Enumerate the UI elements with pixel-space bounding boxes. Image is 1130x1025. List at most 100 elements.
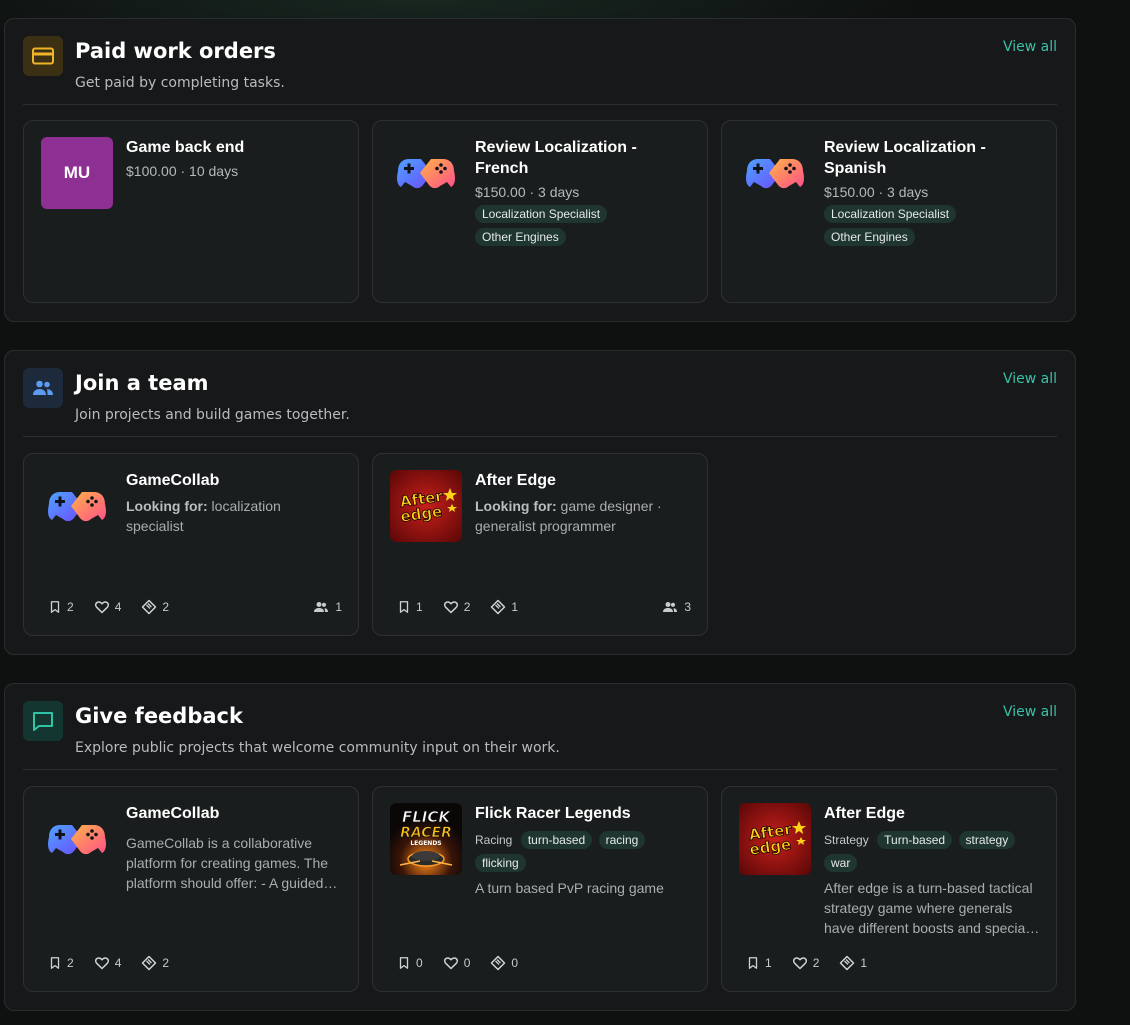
tag-chip[interactable]: Turn-based [877,831,953,849]
member-count-value: 1 [335,600,342,614]
gamecollab-logo-icon [41,803,113,875]
card-title: GameCollab [126,472,220,489]
bookmark-stat[interactable]: 2 [48,600,74,614]
bookmark-icon [48,600,62,614]
team-card[interactable]: GameCollab Looking for: localization spe… [23,453,359,636]
tag-chip[interactable]: Other Engines [475,228,566,246]
like-count: 2 [463,600,471,614]
looking-for-label: Looking for: [126,498,208,514]
card-stats: 2 4 2 [48,599,189,615]
section-header: Paid work orders Get paid by completing … [5,19,1075,105]
divider [23,436,1057,437]
looking-for: Looking for: game designer · generalist … [475,496,691,536]
card-stats: 0 0 0 [397,955,538,971]
avatar: MU [41,137,113,209]
gamecollab-logo-icon [41,470,113,542]
like-stat[interactable]: 2 [792,955,820,971]
bookmark-count: 1 [765,956,772,970]
bookmark-icon [48,956,62,970]
work-order-card[interactable]: Review Localization - French $150.00 · 3… [372,120,708,303]
work-order-card[interactable]: Review Localization - Spanish $150.00 · … [721,120,1057,303]
tag-icon [141,599,157,615]
section-subtitle: Explore public projects that welcome com… [75,740,560,756]
gamecollab-logo-icon [739,137,811,209]
bookmark-count: 2 [67,600,74,614]
bookmark-stat[interactable]: 0 [397,956,423,970]
view-all-link[interactable]: View all [1003,704,1057,720]
tag-icon [490,955,506,971]
bookmark-stat[interactable]: 1 [746,956,772,970]
tag-stat[interactable]: 0 [490,955,518,971]
like-count: 2 [812,956,820,970]
genre-label: Strategy [824,833,869,847]
project-card[interactable]: After edge After Edge Strategy Turn-base… [721,786,1057,992]
view-all-link[interactable]: View all [1003,371,1057,387]
tag-chip[interactable]: flicking [475,854,526,872]
tag-stat[interactable]: 1 [839,955,867,971]
like-stat[interactable]: 4 [94,955,121,971]
section-header: Give feedback Explore public projects th… [5,684,1075,770]
looking-for-label: Looking for: [475,498,557,514]
tag-count: 1 [860,956,868,970]
card-stats: 1 2 1 [746,955,887,971]
section-title: Give feedback [75,704,243,728]
project-card[interactable]: FLICK RACER LEGENDS Flick Racer Legends … [372,786,708,992]
price-duration: $150.00 · 3 days [475,184,580,200]
project-description: A turn based PvP racing game [475,880,664,896]
like-count: 0 [463,956,471,970]
tag-count: 1 [511,600,519,614]
project-description: GameCollab is a collaborative platform f… [126,835,338,891]
bookmark-stat[interactable]: 2 [48,956,74,970]
view-all-link[interactable]: View all [1003,39,1057,55]
logo-text: RACER [400,825,452,841]
credit-card-icon [23,36,63,76]
card-title: Game back end [126,139,245,156]
bookmark-count: 2 [67,956,74,970]
project-card[interactable]: GameCollab GameCollab is a collaborative… [23,786,359,992]
section-header: Join a team Join projects and build game… [5,351,1075,437]
tag-count: 0 [511,956,519,970]
logo-text: FLICK [402,808,451,826]
bookmark-stat[interactable]: 1 [397,600,423,614]
tag-count: 2 [162,956,170,970]
divider [23,769,1057,770]
chat-bubble-icon [23,701,63,741]
card-title: Review Localization - French [475,139,637,177]
work-order-card[interactable]: MU Game back end $100.00 · 10 days [23,120,359,303]
tag-stat[interactable]: 2 [141,955,169,971]
project-description: After edge is a turn-based tactical stra… [824,880,1040,936]
tag-icon [839,955,855,971]
card-title: After Edge [475,472,556,489]
gamecollab-logo-icon [390,137,462,209]
like-stat[interactable]: 0 [443,955,471,971]
people-icon [23,368,63,408]
tag-chip[interactable]: war [824,854,858,872]
give-feedback-section: Give feedback Explore public projects th… [4,683,1076,1011]
logo-text: LEGENDS [410,840,441,847]
bookmark-icon [397,956,411,970]
bookmark-icon [397,600,411,614]
tag-chip[interactable]: turn-based [520,831,593,849]
tag-stat[interactable]: 2 [141,599,169,615]
like-stat[interactable]: 2 [443,599,471,615]
like-stat[interactable]: 4 [94,599,121,615]
tag-list: Racing turn-based racing flicking [475,828,691,874]
tag-chip[interactable]: strategy [958,831,1016,849]
bookmark-count: 0 [416,956,423,970]
looking-for: Looking for: localization specialist [126,496,342,536]
heart-icon [443,599,459,615]
tag-chip[interactable]: racing [598,831,646,849]
tag-list: Localization Specialist Other Engines [824,202,1040,248]
team-card[interactable]: After edge After Edge Looking for: game … [372,453,708,636]
card-stats: 2 4 2 [48,955,189,971]
section-title: Join a team [75,371,209,395]
card-title: Flick Racer Legends [475,805,631,822]
heart-icon [94,599,110,615]
tag-chip[interactable]: Localization Specialist [475,205,608,223]
people-icon [313,599,329,615]
after-edge-logo-icon: After edge [739,803,811,875]
tag-chip[interactable]: Other Engines [824,228,915,246]
tag-stat[interactable]: 1 [490,599,518,615]
tag-chip[interactable]: Localization Specialist [824,205,957,223]
heart-icon [443,955,459,971]
